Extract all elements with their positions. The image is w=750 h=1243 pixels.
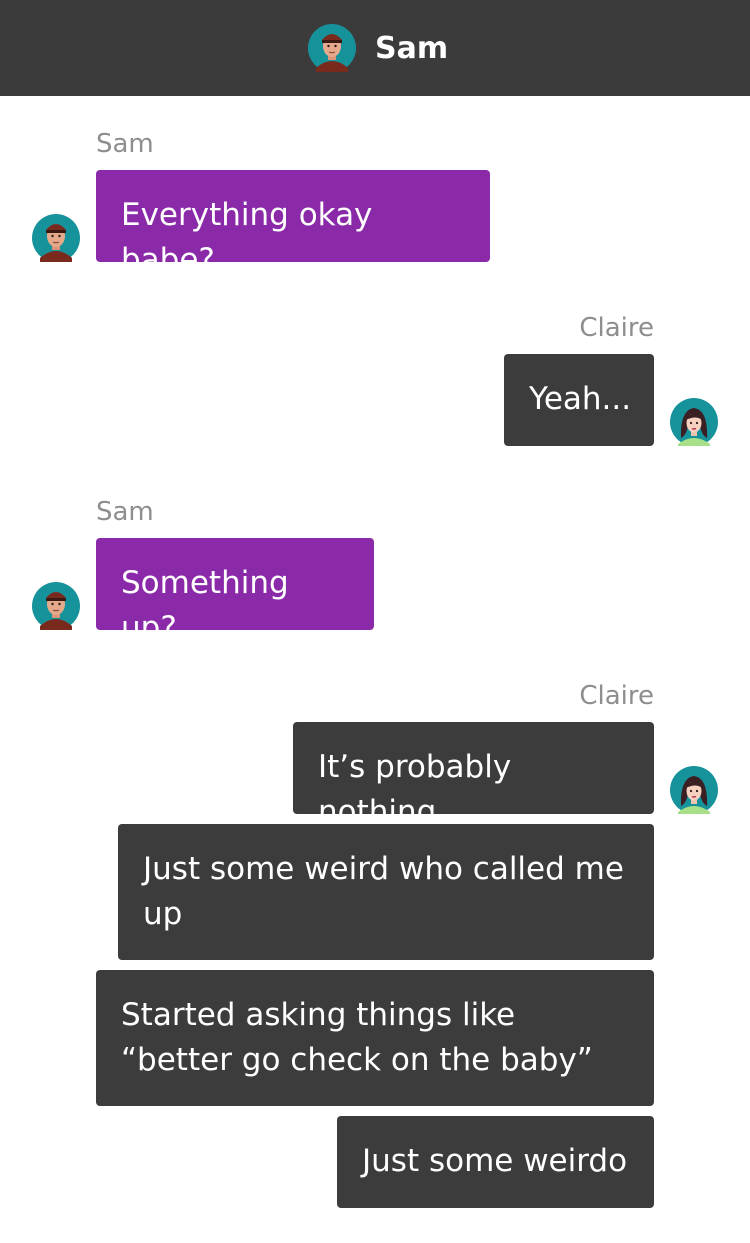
message-bubble[interactable]: Something up? xyxy=(96,538,374,646)
message-bubble[interactable]: Everything okay babe? xyxy=(96,170,490,278)
chat-header: Sam xyxy=(0,0,750,96)
sam-avatar-icon[interactable] xyxy=(308,24,356,76)
claire-avatar-icon[interactable] xyxy=(670,766,718,814)
sender-name-label: Sam xyxy=(96,497,154,527)
message-bubble[interactable]: It’s probably nothing xyxy=(293,722,654,830)
message-bubble[interactable]: Just some weirdo xyxy=(337,1116,654,1208)
message-bubble[interactable]: Started asking things like “better go ch… xyxy=(96,970,654,1106)
sam-avatar-icon[interactable] xyxy=(32,214,80,262)
message-bubble[interactable]: Yeah... xyxy=(504,354,654,446)
sender-name-label: Claire xyxy=(579,681,654,711)
sender-name-label: Claire xyxy=(579,313,654,343)
sam-avatar-icon[interactable] xyxy=(32,582,80,630)
message-bubble[interactable]: Just some weird who called me up xyxy=(118,824,654,960)
header-title: Sam xyxy=(375,31,449,66)
claire-avatar-icon[interactable] xyxy=(670,398,718,446)
sender-name-label: Sam xyxy=(96,129,154,159)
